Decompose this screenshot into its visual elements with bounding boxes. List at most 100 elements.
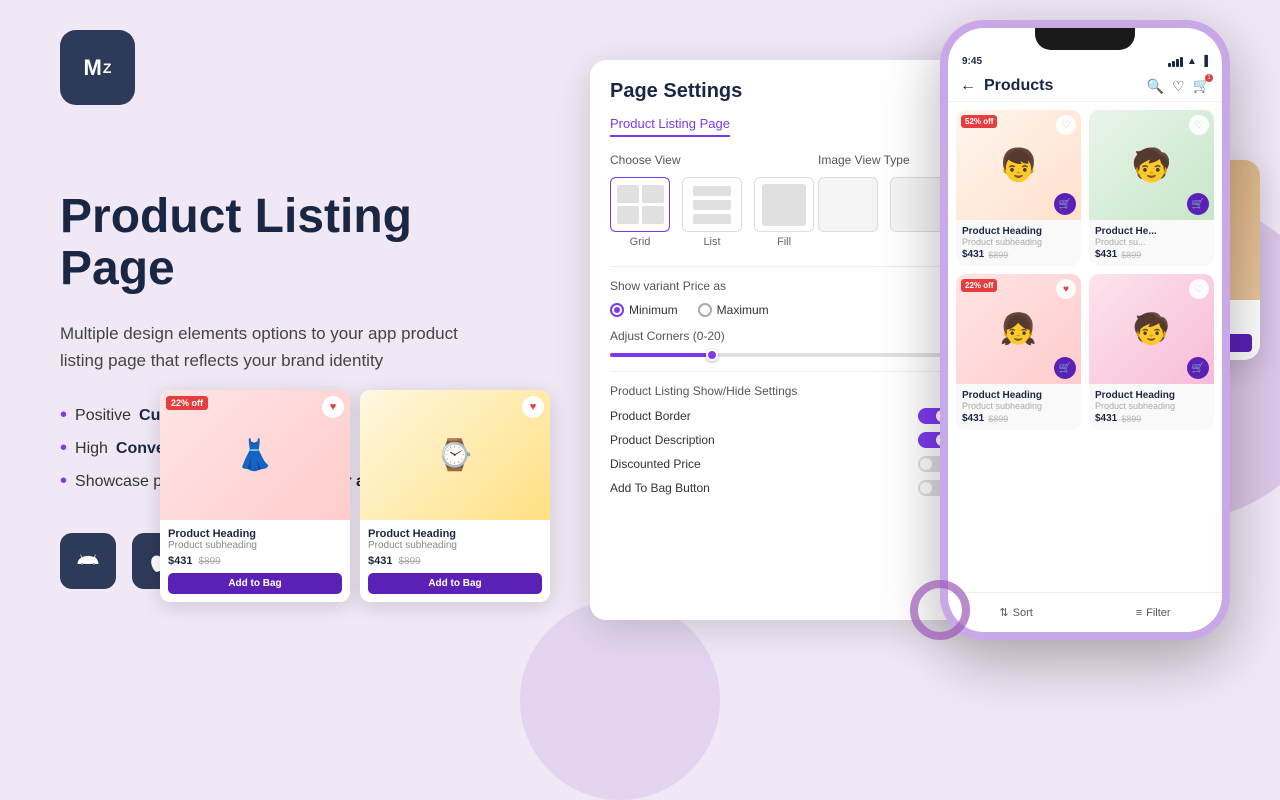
shoe-heart[interactable]: ♡ bbox=[1241, 166, 1254, 183]
phone-orig-2: $899 bbox=[1121, 250, 1141, 260]
phone-prices-2: $431 $899 bbox=[1095, 249, 1208, 260]
phone-orig-3: $899 bbox=[988, 414, 1008, 424]
android-badge[interactable] bbox=[60, 533, 116, 589]
phone-product-1[interactable]: 👦 52% off ♡ 🛒 Product Heading Product su… bbox=[956, 110, 1081, 266]
phone-product-3[interactable]: 👧 22% off ♥ 🛒 Product Heading Product su… bbox=[956, 274, 1081, 430]
view-option-grid[interactable]: Grid bbox=[610, 177, 670, 248]
phone-product-name-3: Product Heading bbox=[962, 390, 1075, 401]
radio-label-min: Minimum bbox=[629, 303, 678, 317]
phone-product-name-4: Product Heading bbox=[1095, 390, 1208, 401]
phone-header-left: ← Products bbox=[960, 77, 1053, 95]
add-to-bag-btn-1[interactable]: Add to Bag bbox=[168, 573, 342, 594]
product-prices-2: $431 $899 bbox=[368, 555, 542, 567]
phone-bag-4[interactable]: 🛒 bbox=[1187, 357, 1209, 379]
img-view-opt-1[interactable] bbox=[818, 177, 878, 232]
show-hide-label: Product Listing Show/Hide Settings bbox=[610, 384, 950, 398]
phone-bag-3[interactable]: 🛒 bbox=[1054, 357, 1076, 379]
phone-product-img-4: 🧒 ♡ 🛒 bbox=[1089, 274, 1214, 384]
phone-product-sub-2: Product su... bbox=[1095, 237, 1208, 247]
phone-prices-4: $431 $899 bbox=[1095, 413, 1208, 424]
phone-product-2[interactable]: 🧒 ♡ 🛒 Product He... Product su... $431 $… bbox=[1089, 110, 1214, 266]
sort-btn[interactable]: ⇅ Sort bbox=[999, 606, 1032, 619]
wishlist-icon[interactable]: ♡ bbox=[1172, 78, 1185, 95]
divider-2 bbox=[610, 371, 950, 372]
phone-prices-1: $431 $899 bbox=[962, 249, 1075, 260]
phone-footer: ⇅ Sort ≡ Filter bbox=[948, 592, 1222, 632]
phone-price-3: $431 bbox=[962, 413, 984, 424]
phone-product-info-2: Product He... Product su... $431 $899 bbox=[1089, 220, 1214, 266]
sort-icon: ⇅ bbox=[999, 606, 1008, 619]
img-view-box-1[interactable] bbox=[818, 177, 878, 232]
product-img-1: 👗 22% off ♥ bbox=[160, 390, 350, 520]
phone-product-info-3: Product Heading Product subheading $431 … bbox=[956, 384, 1081, 430]
product-info-1: Product Heading Product subheading $431 … bbox=[160, 520, 350, 602]
view-option-fill[interactable]: Fill bbox=[754, 177, 814, 248]
radio-circle-max bbox=[698, 303, 712, 317]
fill-preview bbox=[762, 184, 806, 226]
page-settings-panel: Page Settings Product Listing Page Choos… bbox=[590, 60, 970, 620]
filter-btn[interactable]: ≡ Filter bbox=[1136, 607, 1171, 619]
phone-heart-1[interactable]: ♡ bbox=[1056, 115, 1076, 135]
price-current-1: $431 bbox=[168, 555, 192, 567]
slider-thumb[interactable] bbox=[706, 349, 718, 361]
battery-icon: ▐ bbox=[1201, 56, 1208, 67]
filter-icon: ≡ bbox=[1136, 607, 1142, 619]
list-preview bbox=[689, 182, 735, 228]
phone-heart-4[interactable]: ♡ bbox=[1189, 279, 1209, 299]
phone-discount-3: 22% off bbox=[961, 279, 997, 292]
toggle-label-border: Product Border bbox=[610, 409, 691, 423]
phone-price-4: $431 bbox=[1095, 413, 1117, 424]
heart-icon-1[interactable]: ♥ bbox=[322, 396, 344, 418]
phone-product-img-2: 🧒 ♡ 🛒 bbox=[1089, 110, 1214, 220]
phone-product-sub-4: Product subheading bbox=[1095, 401, 1208, 411]
view-label-grid: Grid bbox=[630, 236, 651, 248]
view-option-list[interactable]: List bbox=[682, 177, 742, 248]
price-original-2: $899 bbox=[398, 556, 420, 567]
phone-price-2: $431 bbox=[1095, 249, 1117, 260]
panel-tab[interactable]: Product Listing Page bbox=[610, 116, 730, 137]
phone-heart-3[interactable]: ♥ bbox=[1056, 279, 1076, 299]
view-box-grid[interactable] bbox=[610, 177, 670, 232]
toggle-product-border: Product Border bbox=[610, 408, 950, 424]
phone-product-sub-1: Product subheading bbox=[962, 237, 1075, 247]
phone-bag-1[interactable]: 🛒 bbox=[1054, 193, 1076, 215]
phone-title: Products bbox=[984, 77, 1053, 95]
phone-heart-2[interactable]: ♡ bbox=[1189, 115, 1209, 135]
adjust-corners-label: Adjust Corners (0-20) bbox=[610, 329, 950, 343]
left-section: MZ Product Listing Page Multiple design … bbox=[60, 0, 560, 720]
radio-minimum[interactable]: Minimum bbox=[610, 303, 678, 317]
panel-title: Page Settings bbox=[610, 80, 950, 103]
phone-bag-2[interactable]: 🛒 bbox=[1187, 193, 1209, 215]
company-logo: MZ bbox=[60, 30, 135, 105]
phone-orig-1: $899 bbox=[988, 250, 1008, 260]
view-box-list[interactable] bbox=[682, 177, 742, 232]
product-img-2: ⌚ ♥ bbox=[360, 390, 550, 520]
show-variant-label: Show variant Price as bbox=[610, 279, 950, 293]
toggle-rows: Product Border Product Description Disco… bbox=[610, 408, 950, 496]
radio-maximum[interactable]: Maximum bbox=[698, 303, 769, 317]
heart-icon-2[interactable]: ♥ bbox=[522, 396, 544, 418]
product-name-2: Product Heading bbox=[368, 528, 542, 540]
phone-product-info-4: Product Heading Product subheading $431 … bbox=[1089, 384, 1214, 430]
view-label-fill: Fill bbox=[777, 236, 791, 248]
cart-badge[interactable]: 🛒 1 bbox=[1193, 77, 1210, 95]
choose-view-label: Choose View bbox=[610, 153, 814, 167]
phone-header-icons: 🔍 ♡ 🛒 1 bbox=[1147, 77, 1210, 95]
product-sub-2: Product subheading bbox=[368, 540, 542, 551]
radio-group-price: Minimum Maximum bbox=[610, 303, 950, 317]
main-title: Product Listing Page bbox=[60, 191, 560, 297]
phone-product-4[interactable]: 🧒 ♡ 🛒 Product Heading Product subheading… bbox=[1089, 274, 1214, 430]
search-icon[interactable]: 🔍 bbox=[1147, 78, 1164, 95]
view-box-fill[interactable] bbox=[754, 177, 814, 232]
divider-1 bbox=[610, 266, 950, 267]
cart-dot: 1 bbox=[1205, 74, 1213, 82]
add-to-bag-btn-2[interactable]: Add to Bag bbox=[368, 573, 542, 594]
corners-slider[interactable] bbox=[610, 353, 950, 357]
product-info-2: Product Heading Product subheading $431 … bbox=[360, 520, 550, 602]
phone-header: ← Products 🔍 ♡ 🛒 1 bbox=[948, 71, 1222, 102]
radio-circle-min bbox=[610, 303, 624, 317]
phone-product-img-1: 👦 52% off ♡ 🛒 bbox=[956, 110, 1081, 220]
back-arrow-icon[interactable]: ← bbox=[960, 77, 976, 95]
phone-time: 9:45 bbox=[962, 56, 982, 67]
product-name-1: Product Heading bbox=[168, 528, 342, 540]
